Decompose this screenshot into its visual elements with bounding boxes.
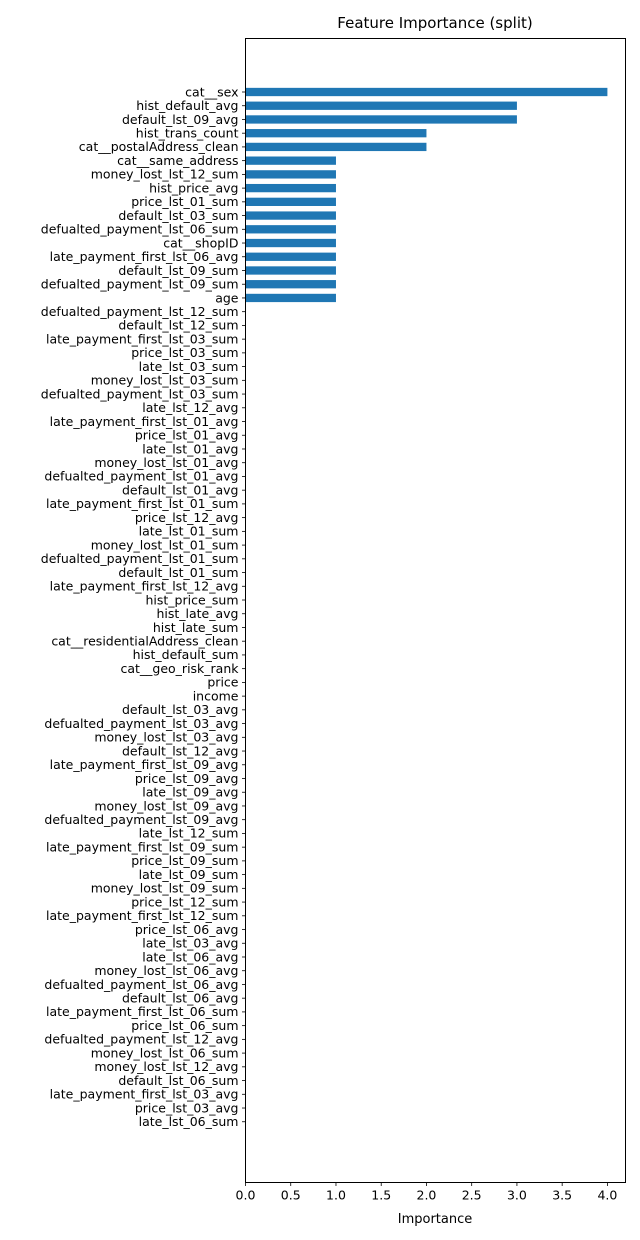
x-tick-label: 1.5 — [371, 1188, 391, 1203]
bar — [245, 129, 427, 138]
x-tick-label: 0.5 — [281, 1188, 301, 1203]
bar — [245, 280, 336, 289]
feature-importance-chart: Feature Importance (split) cat__sexhist_… — [0, 0, 640, 1240]
x-tick-label: 4.0 — [597, 1188, 617, 1203]
x-tick-label: 3.5 — [552, 1188, 572, 1203]
bar — [245, 293, 336, 303]
bar — [245, 197, 336, 206]
bar — [245, 156, 336, 165]
bar — [245, 225, 336, 234]
bar — [245, 238, 336, 248]
x-tick-label: 0.0 — [236, 1188, 256, 1203]
bar — [245, 211, 336, 220]
bar — [245, 87, 608, 97]
x-tick-label: 2.5 — [462, 1188, 482, 1203]
bar — [245, 142, 427, 152]
bar — [245, 101, 517, 110]
bar — [245, 266, 336, 275]
chart-title: Feature Importance (split) — [337, 14, 532, 32]
bar — [245, 170, 336, 179]
bar — [245, 183, 336, 193]
bar — [245, 252, 336, 261]
x-tick-label: 1.0 — [326, 1188, 346, 1203]
x-axis-label: Importance — [398, 1212, 473, 1227]
y-tick-label: late_lst_06_sum — [139, 1114, 239, 1129]
y-tick-label: defualted_payment_lst_09_sum — [41, 277, 239, 292]
bar — [245, 115, 517, 124]
x-tick-label: 3.0 — [507, 1188, 527, 1203]
x-tick-label: 2.0 — [417, 1188, 437, 1203]
